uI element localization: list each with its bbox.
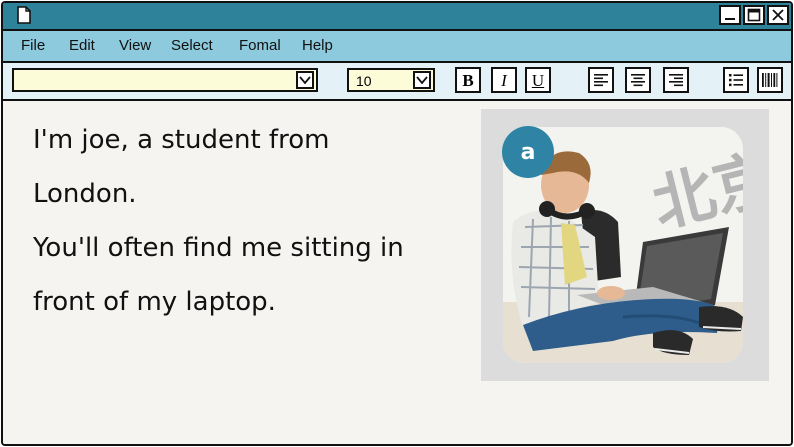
- menu-select[interactable]: Select: [171, 37, 213, 54]
- bold-label: B: [462, 70, 474, 90]
- close-icon: [772, 9, 784, 21]
- italic-label: I: [501, 70, 507, 90]
- font-size-value: 10: [356, 73, 372, 89]
- document-line: London.: [33, 179, 137, 209]
- bold-button[interactable]: B: [455, 67, 481, 93]
- document-line: I'm joe, a student from: [33, 125, 330, 155]
- window-controls: [719, 5, 789, 25]
- menu-file[interactable]: File: [21, 37, 45, 54]
- font-dropdown-button[interactable]: [296, 71, 314, 89]
- title-bar: [3, 3, 791, 31]
- align-center-button[interactable]: [625, 67, 651, 93]
- photo-label-text: a: [520, 139, 536, 165]
- document-area[interactable]: I'm joe, a student from London. You'll o…: [3, 101, 791, 444]
- minimize-button[interactable]: [719, 5, 741, 25]
- menu-format[interactable]: Fomal: [239, 37, 281, 54]
- menu-bar: File Edit View Select Fomal Help: [3, 31, 791, 63]
- bullet-list-button[interactable]: [723, 67, 749, 93]
- barcode-button[interactable]: [757, 67, 783, 93]
- maximize-icon: [747, 8, 761, 22]
- editor-window: File Edit View Select Fomal Help 10 B I …: [1, 1, 793, 446]
- font-size-select[interactable]: 10: [347, 68, 435, 92]
- align-left-button[interactable]: [588, 67, 614, 93]
- photo-label-badge: a: [502, 126, 554, 178]
- underline-label: U: [531, 70, 545, 90]
- align-left-icon: [594, 74, 608, 87]
- size-dropdown-button[interactable]: [413, 71, 431, 89]
- align-right-button[interactable]: [663, 67, 689, 93]
- align-right-icon: [669, 74, 683, 87]
- underline-button[interactable]: U: [525, 67, 551, 93]
- align-center-icon: [631, 74, 645, 87]
- italic-button[interactable]: I: [491, 67, 517, 93]
- photo-frame: 北京 a: [481, 109, 769, 381]
- minimize-icon: [725, 18, 735, 20]
- formatting-toolbar: 10 B I U: [3, 63, 791, 101]
- bullet-list-icon: [729, 74, 743, 87]
- document-text[interactable]: I'm joe, a student from London. You'll o…: [33, 113, 463, 329]
- menu-edit[interactable]: Edit: [69, 37, 95, 54]
- maximize-button[interactable]: [743, 5, 765, 25]
- close-button[interactable]: [767, 5, 789, 25]
- document-line: You'll often find me sitting in: [33, 233, 404, 263]
- menu-view[interactable]: View: [119, 37, 151, 54]
- document-icon: [17, 6, 31, 24]
- document-line: front of my laptop.: [33, 287, 276, 317]
- chevron-down-icon: [416, 76, 428, 85]
- font-family-select[interactable]: [12, 68, 318, 92]
- chevron-down-icon: [299, 76, 311, 85]
- barcode-icon: [762, 73, 778, 87]
- menu-help[interactable]: Help: [302, 37, 333, 54]
